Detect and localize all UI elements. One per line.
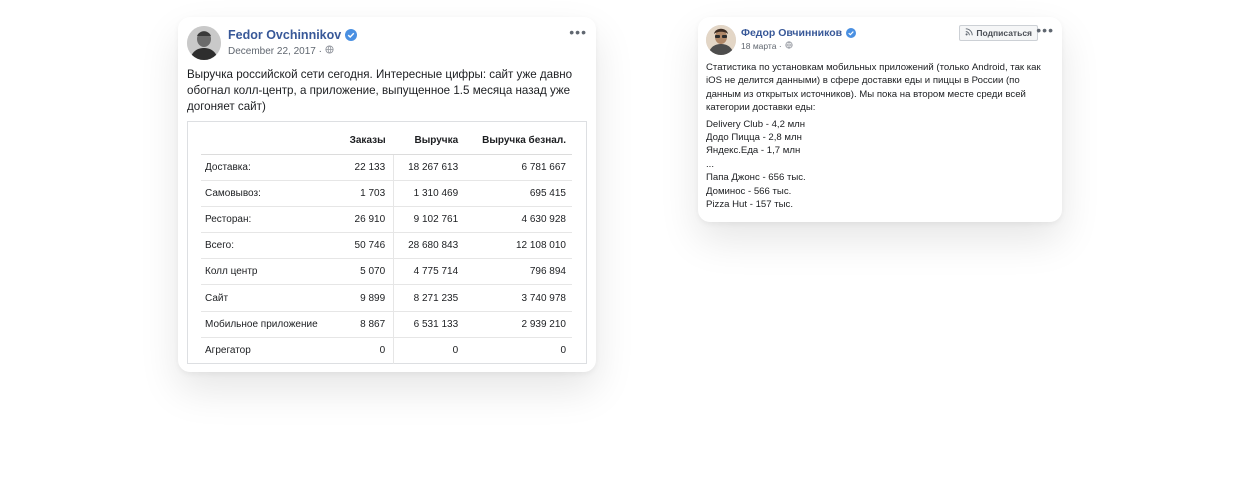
author-avatar[interactable] xyxy=(706,25,736,55)
cell-revenue: 8 271 235 xyxy=(393,284,463,312)
rss-icon xyxy=(965,28,974,38)
post-text: Статистика по установкам мобильных прило… xyxy=(706,61,1056,211)
row-label: Ресторан: xyxy=(201,206,338,234)
post-meta: 18 марта · xyxy=(741,41,793,51)
table-row: Мобильное приложение 8 867 6 531 133 2 9… xyxy=(201,311,572,338)
post-meta: December 22, 2017 · xyxy=(228,45,334,57)
cell-revenue: 0 xyxy=(452,345,459,357)
row-label: Сайт xyxy=(201,284,338,312)
post-text: Выручка российской сети сегодня. Интерес… xyxy=(187,68,573,113)
row-label: Всего: xyxy=(201,232,338,260)
list-item: Додо Пицца - 2,8 млн xyxy=(706,132,802,144)
more-options-icon[interactable]: ••• xyxy=(569,25,587,39)
verified-badge-icon xyxy=(345,29,358,41)
row-label: Доставка: xyxy=(201,154,338,181)
subscribe-label: Подписаться xyxy=(976,28,1032,38)
list-item: Яндекс.Еда - 1,7 млн xyxy=(706,145,801,157)
globe-icon xyxy=(325,45,334,57)
table-row: Самовывоз: 1 703 1 310 469 695 415 xyxy=(201,180,572,207)
cell-revenue-cashless: 4 630 928 xyxy=(462,206,572,234)
author-name[interactable]: Федор Овчинников xyxy=(741,27,842,39)
cell-revenue-cashless: 695 415 xyxy=(462,180,572,207)
cell-revenue: 4 775 714 xyxy=(393,258,463,286)
table-header-revenue-cashless: Выручка безнал. xyxy=(462,127,572,155)
author-name[interactable]: Fedor Ovchinnikov xyxy=(228,28,341,42)
cell-orders: 9 899 xyxy=(337,284,395,312)
cell-revenue: 9 102 761 xyxy=(393,206,463,234)
author-name-link[interactable]: Fedor Ovchinnikov xyxy=(228,28,358,42)
list-item: Delivery Club - 4,2 млн xyxy=(706,118,806,130)
app-ranking-list: Delivery Club - 4,2 млн Додо Пицца - 2,8… xyxy=(706,118,1056,212)
table-header-revenue: Выручка xyxy=(393,127,463,155)
revenue-table: Заказы Выручка Выручка безнал. Доставка:… xyxy=(201,127,572,364)
list-item: Доминос - 566 тыс. xyxy=(706,185,792,197)
cell-revenue-cashless: 0 xyxy=(560,345,566,357)
table-row: Доставка: 22 133 18 267 613 6 781 667 xyxy=(201,154,572,181)
cell-revenue-cashless: 6 781 667 xyxy=(462,154,572,181)
cell-revenue: 1 310 469 xyxy=(393,180,463,207)
cell-revenue: 18 267 613 xyxy=(393,154,463,181)
cell-orders: 5 070 xyxy=(337,258,395,286)
table-row: Агрегатор 0 0 0 xyxy=(201,337,572,364)
cell-revenue: 6 531 133 xyxy=(393,311,463,338)
table-header-row: Заказы Выручка Выручка безнал. xyxy=(201,127,572,155)
cell-revenue-cashless: 2 939 210 xyxy=(462,311,572,338)
row-label: Самовывоз: xyxy=(201,180,338,207)
table-header-orders: Заказы xyxy=(337,127,394,155)
author-avatar[interactable] xyxy=(187,26,221,60)
cell-revenue-cashless: 3 740 978 xyxy=(462,284,572,312)
subscribe-button[interactable]: Подписаться xyxy=(959,25,1038,41)
cell-orders: 26 910 xyxy=(337,206,395,234)
post-intro: Статистика по установкам мобильных прило… xyxy=(706,62,1041,114)
list-item: Pizza Hut - 157 тыс. xyxy=(706,198,794,210)
table-row: Колл центр 5 070 4 775 714 796 894 xyxy=(201,258,572,286)
author-name-link[interactable]: Федор Овчинников xyxy=(741,27,857,39)
post-date[interactable]: December 22, 2017 · xyxy=(228,46,322,57)
table-row: Всего: 50 746 28 680 843 12 108 010 xyxy=(201,232,572,260)
cell-revenue-cashless: 12 108 010 xyxy=(462,232,572,260)
post-card-ovchinnikov-en: Fedor Ovchinnikov December 22, 2017 · ••… xyxy=(178,17,596,372)
globe-icon xyxy=(785,41,793,51)
cell-revenue: 28 680 843 xyxy=(393,232,463,260)
post-card-ovchinnikov-ru: Федор Овчинников 18 марта · Подписаться … xyxy=(698,17,1062,222)
cell-orders: 50 746 xyxy=(337,232,395,260)
row-label: Колл центр xyxy=(201,258,338,286)
verified-badge-icon xyxy=(846,28,857,38)
row-label: Агрегатор xyxy=(205,345,251,357)
more-options-icon[interactable]: ••• xyxy=(1036,23,1054,37)
row-label: Мобильное приложение xyxy=(201,311,338,338)
post-date[interactable]: 18 марта · xyxy=(741,41,782,51)
stats-table-image: Заказы Выручка Выручка безнал. Доставка:… xyxy=(187,121,587,364)
list-item: Папа Джонс - 656 тыс. xyxy=(706,172,806,184)
list-item: ... xyxy=(706,158,714,170)
cell-orders: 8 867 xyxy=(337,311,395,338)
table-header-empty xyxy=(201,127,338,155)
cell-orders: 0 xyxy=(337,337,395,364)
table-row: Ресторан: 26 910 9 102 761 4 630 928 xyxy=(201,206,572,234)
table-row: Сайт 9 899 8 271 235 3 740 978 xyxy=(201,284,572,312)
cell-orders: 1 703 xyxy=(337,180,395,207)
cell-revenue-cashless: 796 894 xyxy=(462,258,572,286)
cell-orders: 22 133 xyxy=(337,154,395,181)
